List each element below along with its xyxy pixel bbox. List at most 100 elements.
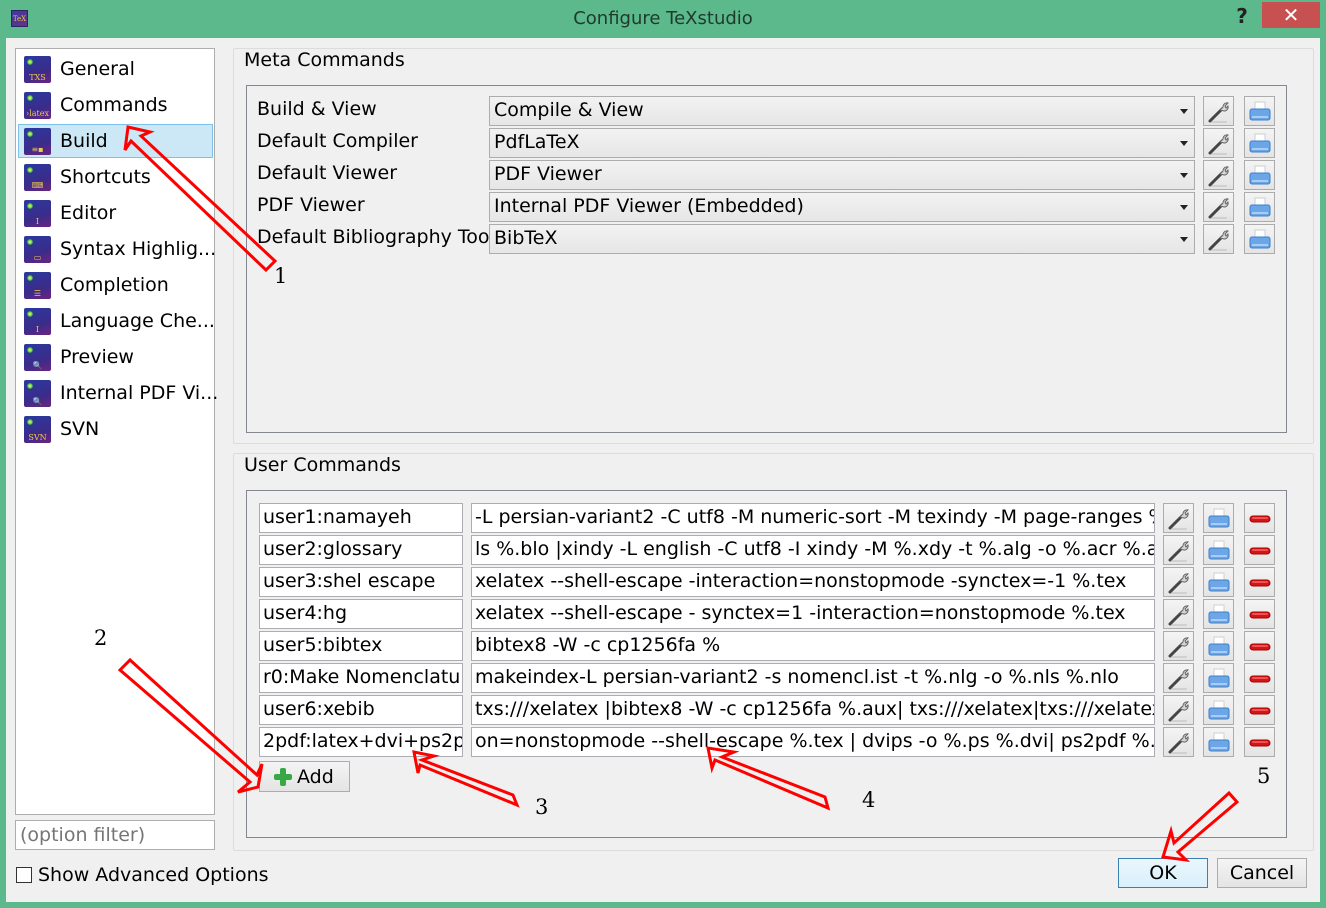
- reset-default-button[interactable]: [1203, 695, 1234, 725]
- remove-command-button[interactable]: [1244, 535, 1275, 565]
- dropdown-arrow-icon[interactable]: [1180, 237, 1188, 242]
- user-command-name-input[interactable]: user3:shel escape: [259, 567, 463, 597]
- sparkle-decoration: [27, 238, 33, 245]
- checkbox-box[interactable]: [16, 867, 32, 883]
- option-filter-input[interactable]: [15, 820, 215, 850]
- sidebar-item-completion[interactable]: ☰ Completion: [18, 268, 213, 302]
- sidebar-item-svn[interactable]: SVN SVN: [18, 412, 213, 446]
- reset-default-button[interactable]: [1203, 727, 1234, 757]
- user-command-input[interactable]: txs:///xelatex |bibtex8 -W -c cp1256fa %…: [471, 695, 1155, 725]
- user-commands-frame: Add user1:namayeh -L persian-variant2 -C …: [246, 490, 1287, 838]
- meta-command-combobox[interactable]: PdfLaTeX: [489, 128, 1195, 158]
- dropdown-arrow-icon[interactable]: [1180, 173, 1188, 178]
- meta-command-label: Default Viewer: [257, 162, 398, 184]
- user-command-input[interactable]: -L persian-variant2 -C utf8 -M numeric-s…: [471, 503, 1155, 533]
- sidebar-item-commands[interactable]: ›latex Commands: [18, 88, 213, 122]
- configure-button[interactable]: [1163, 567, 1194, 597]
- reset-default-button[interactable]: [1203, 503, 1234, 533]
- configure-button[interactable]: [1203, 224, 1234, 254]
- user-command-name-input[interactable]: user2:glossary: [259, 535, 463, 565]
- help-button[interactable]: ?: [1230, 3, 1254, 29]
- configure-button[interactable]: [1203, 192, 1234, 222]
- sidebar-item-label: Completion: [60, 274, 169, 296]
- settings-category-list[interactable]: TXS General ›latex Commands ≡▪ Build ⌨ Shortcut…: [15, 48, 218, 815]
- user-command-input[interactable]: on=nonstopmode --shell-escape %.tex | dv…: [471, 727, 1155, 757]
- meta-commands-frame: Build & View Compile & View Default Compil…: [246, 85, 1287, 433]
- dropdown-arrow-icon[interactable]: [1180, 141, 1188, 146]
- meta-command-row: Default Compiler PdfLaTeX: [257, 128, 1277, 158]
- sidebar-item-preview[interactable]: 🔍 Preview: [18, 340, 213, 374]
- add-command-button[interactable]: Add: [259, 761, 350, 792]
- configure-button[interactable]: [1163, 695, 1194, 725]
- latex-commands-icon: ›latex: [24, 91, 51, 119]
- txs-general-icon: TXS: [24, 55, 51, 83]
- reset-default-button[interactable]: [1244, 160, 1275, 190]
- configure-button[interactable]: [1203, 96, 1234, 126]
- remove-command-button[interactable]: [1244, 727, 1275, 757]
- reset-default-button[interactable]: [1203, 567, 1234, 597]
- user-command-input[interactable]: xelatex --shell-escape -interaction=nons…: [471, 567, 1155, 597]
- meta-command-combobox[interactable]: PDF Viewer: [489, 160, 1195, 190]
- remove-command-button[interactable]: [1244, 599, 1275, 629]
- sidebar-item-general[interactable]: TXS General: [18, 52, 213, 86]
- meta-command-combobox[interactable]: BibTeX: [489, 224, 1195, 254]
- dropdown-arrow-icon[interactable]: [1180, 109, 1188, 114]
- reset-default-button[interactable]: [1203, 663, 1234, 693]
- reset-default-button[interactable]: [1203, 599, 1234, 629]
- add-label: Add: [297, 765, 334, 788]
- user-command-name-input[interactable]: user4:hg: [259, 599, 463, 629]
- meta-command-row: Build & View Compile & View: [257, 96, 1277, 126]
- configure-icon: [1208, 166, 1229, 187]
- sidebar-item-shortcuts[interactable]: ⌨ Shortcuts: [18, 160, 213, 194]
- syntax-highlighting-icon: ▭: [24, 235, 51, 263]
- configure-button[interactable]: [1163, 503, 1194, 533]
- reset-default-button[interactable]: [1244, 224, 1275, 254]
- configure-button[interactable]: [1163, 535, 1194, 565]
- reset-default-button[interactable]: [1203, 535, 1234, 565]
- configure-icon: [1168, 605, 1189, 626]
- sparkle-decoration: [27, 202, 33, 209]
- user-command-name-input[interactable]: user1:namayeh: [259, 503, 463, 533]
- user-command-name-input[interactable]: 2pdf:latex+dvi+ps2pdf: [259, 727, 463, 757]
- meta-command-combobox[interactable]: Internal PDF Viewer (Embedded): [489, 192, 1195, 222]
- reset-default-button[interactable]: [1203, 631, 1234, 661]
- sidebar-item-internal-pdf-vi[interactable]: 🔍 Internal PDF Vi...: [18, 376, 218, 410]
- sidebar-item-language-che[interactable]: I Language Che...: [18, 304, 215, 338]
- user-command-input[interactable]: xelatex --shell-escape - synctex=1 -inte…: [471, 599, 1155, 629]
- sidebar-item-syntax-highlig[interactable]: ▭ Syntax Highlig...: [18, 232, 216, 266]
- combobox-value: Compile & View: [494, 99, 644, 121]
- configure-button[interactable]: [1163, 599, 1194, 629]
- cancel-button[interactable]: Cancel: [1217, 858, 1307, 888]
- remove-command-button[interactable]: [1244, 663, 1275, 693]
- user-command-input[interactable]: ls %.blo |xindy -L english -C utf8 -I xi…: [471, 535, 1155, 565]
- reset-default-button[interactable]: [1244, 128, 1275, 158]
- dropdown-arrow-icon[interactable]: [1180, 205, 1188, 210]
- sidebar-item-build[interactable]: ≡▪ Build: [18, 124, 213, 158]
- user-command-name-input[interactable]: r0:Make Nomenclature: [259, 663, 463, 693]
- remove-command-button[interactable]: [1244, 567, 1275, 597]
- remove-command-button[interactable]: [1244, 695, 1275, 725]
- ok-button[interactable]: OK: [1118, 858, 1208, 888]
- meta-command-combobox[interactable]: Compile & View: [489, 96, 1195, 126]
- show-advanced-options-checkbox[interactable]: Show Advanced Options: [16, 864, 269, 886]
- user-command-input[interactable]: makeindex-L persian-variant2 -s nomencl.…: [471, 663, 1155, 693]
- user-command-name-input[interactable]: user5:bibtex: [259, 631, 463, 661]
- user-command-input[interactable]: bibtex8 -W -c cp1256fa %: [471, 631, 1155, 661]
- configure-button[interactable]: [1163, 663, 1194, 693]
- configure-button[interactable]: [1203, 160, 1234, 190]
- remove-command-button[interactable]: [1244, 631, 1275, 661]
- remove-command-icon: [1249, 611, 1271, 619]
- configure-button[interactable]: [1163, 631, 1194, 661]
- configure-button[interactable]: [1203, 128, 1234, 158]
- configure-icon: [1168, 733, 1189, 754]
- user-command-name-input[interactable]: user6:xebib: [259, 695, 463, 725]
- remove-command-button[interactable]: [1244, 503, 1275, 533]
- icon-glyph: SVN: [28, 432, 47, 442]
- close-button[interactable]: ✕: [1262, 2, 1320, 28]
- configure-button[interactable]: [1163, 727, 1194, 757]
- reset-default-button[interactable]: [1244, 96, 1275, 126]
- sidebar-item-label: Build: [60, 130, 108, 152]
- reset-default-button[interactable]: [1244, 192, 1275, 222]
- sidebar-item-editor[interactable]: I Editor: [18, 196, 213, 230]
- configure-icon: [1168, 573, 1189, 594]
